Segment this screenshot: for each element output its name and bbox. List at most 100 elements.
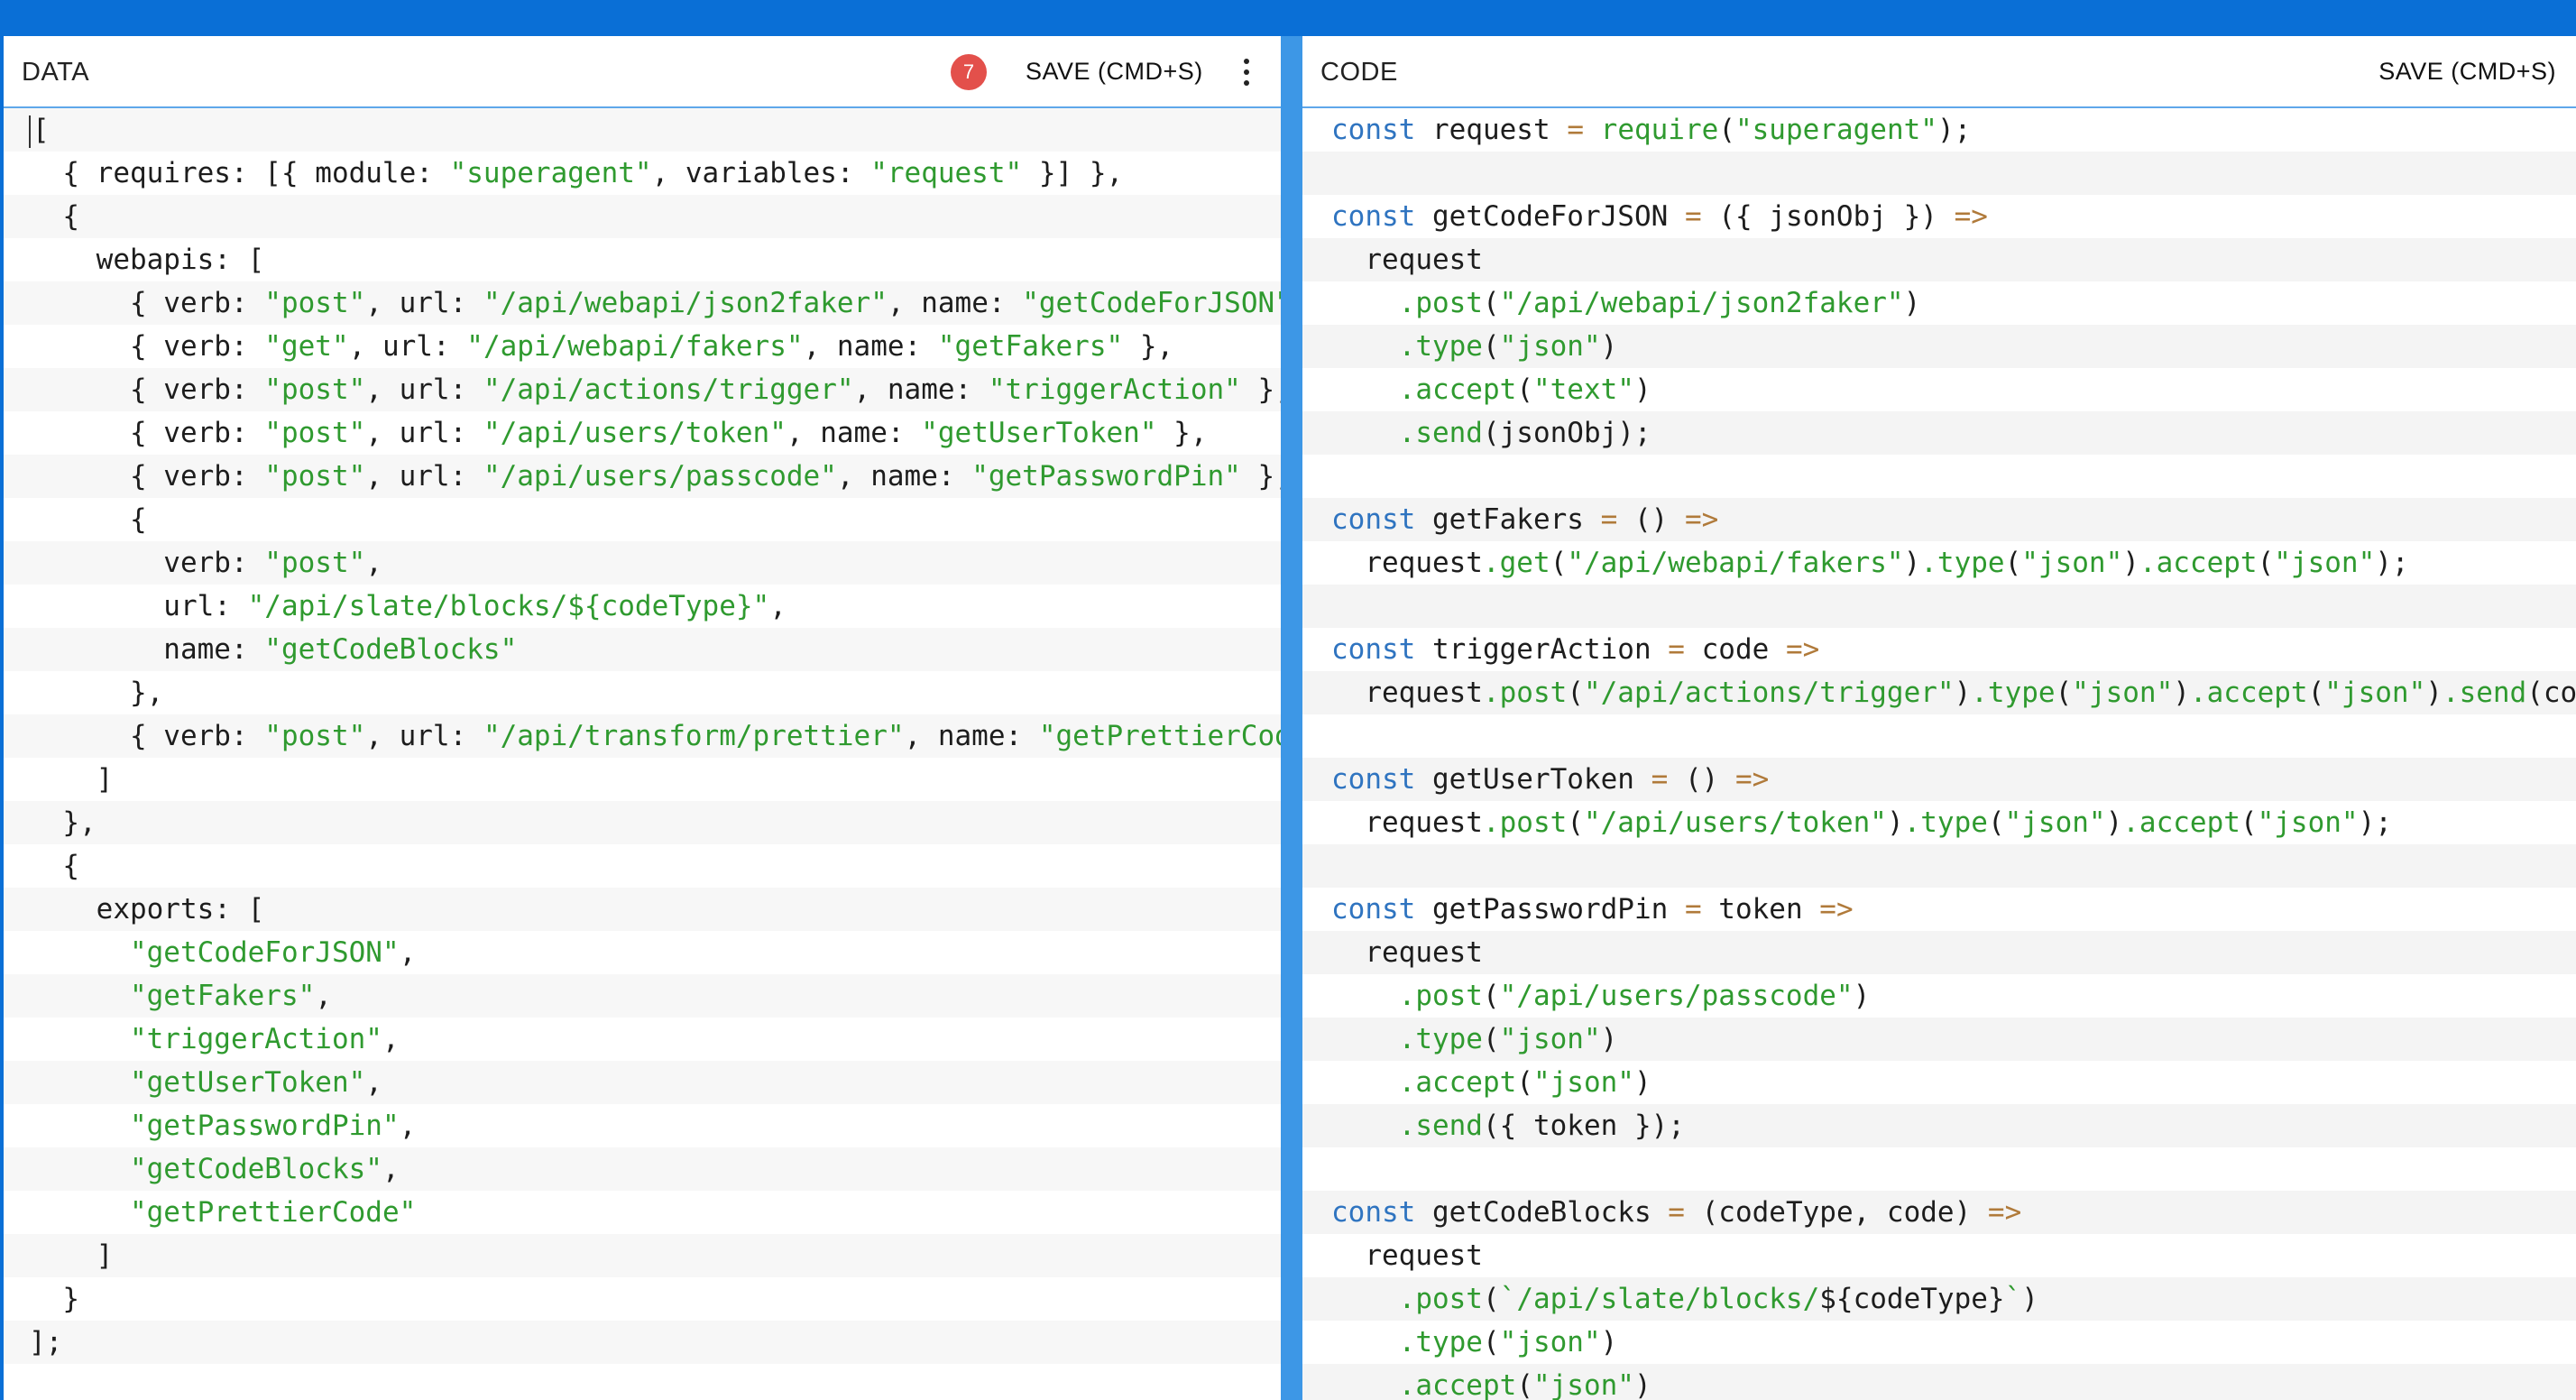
code-line[interactable] [1302,152,2576,195]
code-line[interactable]: request.post("/api/actions/trigger").typ… [1302,671,2576,714]
data-save-button[interactable]: SAVE (CMD+S) [1026,58,1203,86]
code-line[interactable]: { [4,195,1281,238]
code-line[interactable]: verb: "post", [4,541,1281,585]
code-token: ( [1516,1369,1533,1400]
code-line[interactable]: { verb: "post", url: "/api/users/token",… [4,411,1281,455]
code-line[interactable]: { requires: [{ module: "superagent", var… [4,152,1281,195]
code-token: { verb: [29,417,265,449]
data-editor[interactable]: [ { requires: [{ module: "superagent", v… [4,108,1281,1400]
code-line[interactable]: const request = require("superagent"); [1302,108,2576,152]
code-line[interactable]: "triggerAction", [4,1018,1281,1061]
code-token: request [1415,114,1568,146]
code-line[interactable]: .type("json") [1302,1018,2576,1061]
code-token: ( [2055,677,2073,709]
code-line[interactable]: .accept("json") [1302,1061,2576,1104]
code-line[interactable]: .post("/api/webapi/json2faker") [1302,281,2576,325]
code-line[interactable]: .post("/api/users/passcode") [1302,974,2576,1018]
code-line[interactable] [1302,1147,2576,1191]
code-line[interactable]: request.get("/api/webapi/fakers").type("… [1302,541,2576,585]
code-token: "superagent" [449,157,652,189]
code-line[interactable]: [ [4,108,1281,152]
code-line[interactable]: "getFakers", [4,974,1281,1018]
code-line[interactable]: { [4,498,1281,541]
code-line[interactable]: const getUserToken = () => [1302,758,2576,801]
code-token: => [1819,893,1854,926]
code-line[interactable]: .type("json") [1302,325,2576,368]
code-line[interactable]: const getCodeForJSON = ({ jsonObj }) => [1302,195,2576,238]
code-line[interactable]: { verb: "post", url: "/api/actions/trigg… [4,368,1281,411]
code-token: "post" [264,373,366,406]
code-line[interactable]: "getCodeForJSON", [4,931,1281,974]
code-line[interactable] [1302,585,2576,628]
code-line[interactable]: "getPrettierCode" [4,1191,1281,1234]
code-token: => [1785,633,1820,666]
code-token: "triggerAction" [129,1023,382,1055]
code-token: .accept [1398,1369,1517,1400]
code-line[interactable] [1302,844,2576,888]
code-line[interactable]: .send({ token }); [1302,1104,2576,1147]
code-token: "superagent" [1734,114,1937,146]
code-line[interactable]: .type("json") [1302,1321,2576,1364]
code-token: , url: [348,330,467,363]
code-line[interactable]: { verb: "post", url: "/api/transform/pre… [4,714,1281,758]
code-line[interactable]: ]; [4,1321,1281,1364]
more-options-icon[interactable] [1237,56,1256,88]
code-line[interactable]: .accept("text") [1302,368,2576,411]
code-line[interactable]: const triggerAction = code => [1302,628,2576,671]
code-line[interactable]: ] [4,758,1281,801]
pane-divider[interactable] [1281,36,1302,1400]
code-line[interactable]: .send(jsonObj); [1302,411,2576,455]
code-line[interactable]: .accept("json") [1302,1364,2576,1400]
code-line[interactable]: }, [4,671,1281,714]
code-save-button[interactable]: SAVE (CMD+S) [2378,58,2556,86]
code-line[interactable]: } [4,1277,1281,1321]
code-line[interactable]: }, [4,801,1281,844]
code-line[interactable]: const getFakers = () => [1302,498,2576,541]
code-token: ( [1482,980,1500,1012]
code-line[interactable] [1302,455,2576,498]
code-line[interactable]: request.post("/api/users/token").type("j… [1302,801,2576,844]
code-token: exports: [ [29,893,265,926]
code-line[interactable]: { verb: "post", url: "/api/webapi/json2f… [4,281,1281,325]
code-line[interactable]: ] [4,1234,1281,1277]
code-line[interactable]: "getCodeBlocks", [4,1147,1281,1191]
code-line[interactable]: { [4,844,1281,888]
code-token: , name: [836,460,972,493]
code-line[interactable]: const getCodeBlocks = (codeType, code) =… [1302,1191,2576,1234]
code-line[interactable]: { verb: "post", url: "/api/users/passcod… [4,455,1281,498]
code-token: "/api/webapi/fakers" [466,330,804,363]
code-token: token [1701,893,1820,926]
code-token: , [365,1066,382,1099]
code-token: "json" [2257,806,2359,839]
code-token: request [1331,936,1483,969]
code-line[interactable]: { verb: "get", url: "/api/webapi/fakers"… [4,325,1281,368]
code-line[interactable] [1302,714,2576,758]
code-token: .post [1398,287,1483,319]
code-token: "/api/users/passcode" [1499,980,1854,1012]
code-token: = [1684,200,1702,233]
code-line[interactable]: request [1302,931,2576,974]
code-token: ) [1633,1066,1651,1099]
code-line[interactable]: webapis: [ [4,238,1281,281]
code-line[interactable]: request [1302,1234,2576,1277]
code-line[interactable]: .post(`/api/slate/blocks/${codeType}`) [1302,1277,2576,1321]
code-line[interactable]: name: "getCodeBlocks" [4,628,1281,671]
code-token: "json" [2004,806,2106,839]
code-line[interactable]: url: "/api/slate/blocks/${codeType}", [4,585,1281,628]
code-line[interactable]: exports: [ [4,888,1281,931]
code-pane: CODE SAVE (CMD+S) const request = requir… [1302,36,2576,1400]
code-token: , [382,1023,400,1055]
code-line[interactable]: const getPasswordPin = token => [1302,888,2576,931]
code-line[interactable]: "getPasswordPin", [4,1104,1281,1147]
error-count-badge[interactable]: 7 [951,54,987,90]
code-line[interactable]: request [1302,238,2576,281]
data-pane-title: DATA [22,58,90,87]
code-line[interactable]: "getUserToken", [4,1061,1281,1104]
code-token: "/api/users/token" [1583,806,1887,839]
code-editor[interactable]: const request = require("superagent"); c… [1302,108,2576,1400]
